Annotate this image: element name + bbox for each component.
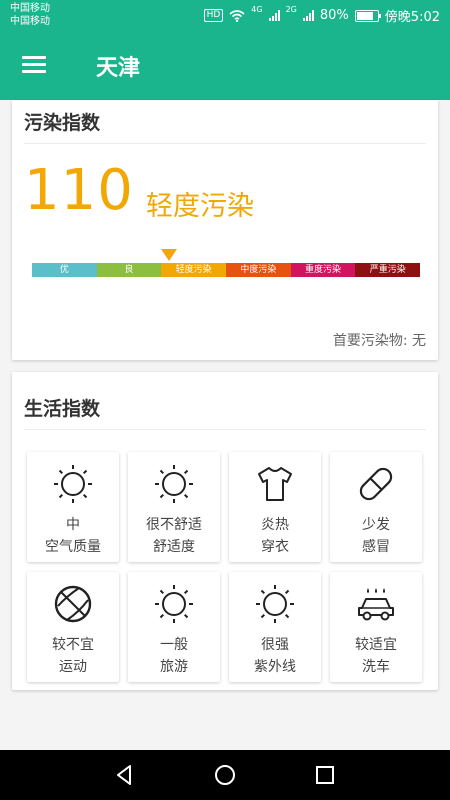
signal-icon-2 [302,10,314,21]
divider [24,429,426,430]
life-item-label: 运动 [59,659,87,675]
life-item-travel[interactable]: 一般 旅游 [128,572,220,682]
life-item-value: 很不舒适 [146,517,202,533]
life-item-label: 空气质量 [45,539,101,555]
scale-segment: 严重污染 [355,263,421,277]
scale-segment: 重度污染 [290,263,356,277]
sun-icon [155,585,193,623]
life-item-uv[interactable]: 很强 紫外线 [229,572,321,682]
life-item-air-quality[interactable]: 中 空气质量 [27,452,119,562]
battery-percent: 80% [319,8,349,23]
life-item-value: 较适宜 [355,637,397,653]
hd-icon: HD [203,9,224,22]
network-type-2: 2G [285,5,297,14]
life-item-label: 旅游 [160,659,188,675]
pollution-card: 污染指数 110 轻度污染 优 良 轻度污染 中度污染 重度污染 严重污染 首要… [12,100,438,360]
wifi-icon [229,9,245,22]
signal-icon-1 [268,10,280,21]
scale-segment: 良 [96,263,162,277]
aqi-scale: 优 良 轻度污染 中度污染 重度污染 严重污染 [32,263,421,277]
life-item-value: 很强 [261,637,289,653]
system-nav-bar [0,750,450,800]
back-icon[interactable] [113,764,135,786]
status-bar: 中国移动 中国移动 HD 4G 2G 80% 傍晚5:02 [0,0,450,32]
sun-icon [256,585,294,623]
primary-pollutant: 首要污染物: 无 [332,333,426,349]
pollution-heading: 污染指数 [24,112,101,134]
battery-icon [354,9,381,22]
clock: 傍晚5:02 [384,10,440,25]
car-wash-icon [358,588,394,621]
carrier-2: 中国移动 [10,16,50,27]
tshirt-icon [258,467,292,501]
status-indicators: HD 4G 2G 80% 傍晚5:02 [203,5,440,25]
sun-icon [155,465,193,503]
life-heading: 生活指数 [24,398,101,420]
recents-icon[interactable] [314,764,336,786]
scale-segment: 优 [32,263,97,277]
life-item-label: 穿衣 [261,539,289,555]
pill-icon [359,467,393,501]
sun-icon [54,465,92,503]
life-item-value: 较不宜 [52,637,94,653]
life-item-comfort[interactable]: 很不舒适 舒适度 [128,452,220,562]
life-item-value: 一般 [160,637,188,653]
top-bar: 中国移动 中国移动 HD 4G 2G 80% 傍晚5:02 天津 [0,0,450,100]
carrier-info: 中国移动 中国移动 [10,2,50,28]
life-item-value: 少发 [362,517,390,533]
life-item-label: 舒适度 [153,539,195,555]
life-index-card: 生活指数 中 空气质量 很不舒适 舒适度 炎热 穿衣 少发 感冒 较不宜 运动 … [12,372,438,690]
network-type-1: 4G [251,5,263,14]
life-item-cold[interactable]: 少发 感冒 [330,452,422,562]
aqi-level: 轻度污染 [146,191,254,222]
life-item-car-wash[interactable]: 较适宜 洗车 [330,572,422,682]
aqi-value: 110 [24,158,134,223]
life-item-value: 中 [66,517,80,533]
life-item-label: 洗车 [362,659,390,675]
divider [24,143,426,144]
scale-segment: 中度污染 [226,263,291,277]
app-bar: 天津 [0,40,450,92]
scale-segment: 轻度污染 [161,263,227,277]
life-item-value: 炎热 [261,517,289,533]
life-item-sport[interactable]: 较不宜 运动 [27,572,119,682]
city-title: 天津 [96,56,141,81]
basketball-icon [54,585,92,623]
home-icon[interactable] [214,764,236,786]
menu-button[interactable] [22,54,48,76]
life-item-label: 紫外线 [254,659,296,675]
life-item-dressing[interactable]: 炎热 穿衣 [229,452,321,562]
aqi-marker-icon [161,249,177,261]
carrier-1: 中国移动 [10,3,50,14]
life-item-label: 感冒 [362,539,390,555]
